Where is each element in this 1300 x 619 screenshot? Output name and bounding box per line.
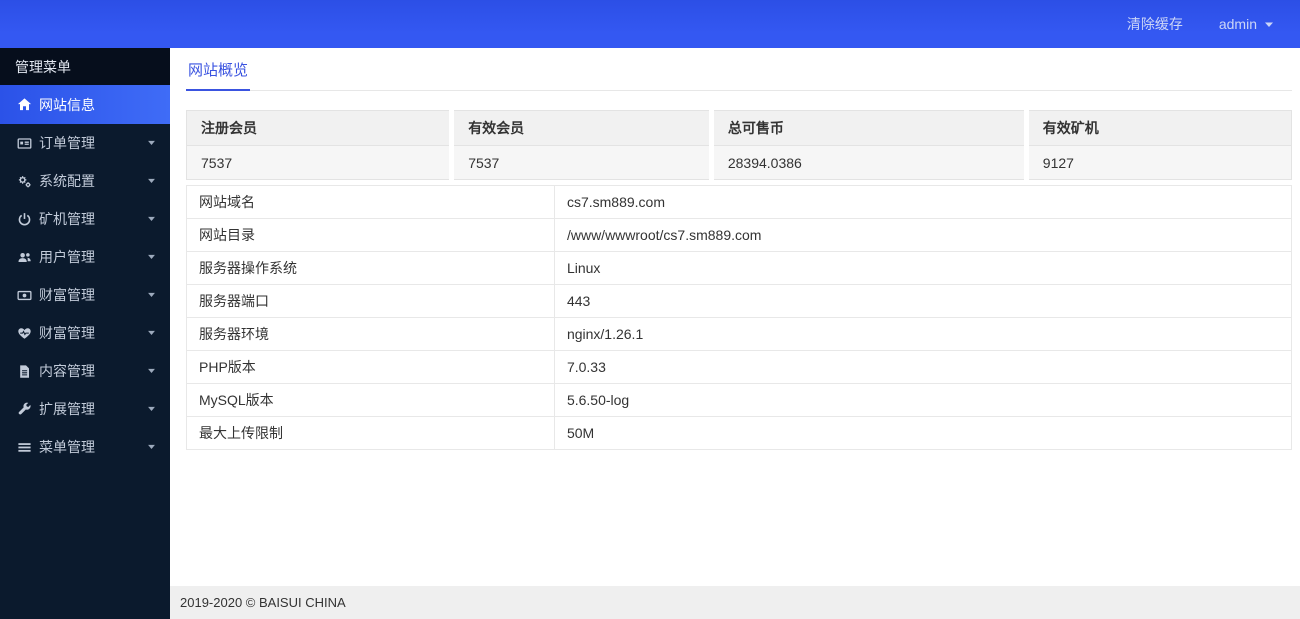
chevron-down-icon: [147, 216, 156, 222]
stat-value-cell: 9127: [1023, 145, 1293, 180]
home-icon: [16, 97, 32, 112]
sidebar-item-orders[interactable]: 订单管理: [0, 124, 170, 162]
chevron-down-icon: [147, 368, 156, 374]
order-card-icon: [16, 136, 32, 151]
app-root: 清除缓存 admin 管理菜单 网站信息 订单管理 系统配置 矿机管理 用户管理…: [0, 0, 1300, 619]
info-label-cell: MySQL版本: [186, 383, 555, 417]
stat-header-cell: 注册会员: [185, 110, 452, 146]
sidebar-item-wealth-mgmt[interactable]: 财富管理: [0, 276, 170, 314]
sidebar-item-label: 财富管理: [39, 325, 95, 341]
chevron-down-icon: [147, 140, 156, 146]
sidebar-item-label: 订单管理: [39, 135, 95, 151]
stats-table: 注册会员 有效会员 总可售币 有效矿机 7537 7537 28394.0386…: [185, 110, 1293, 180]
clear-cache-link[interactable]: 清除缓存: [1127, 14, 1183, 34]
sidebar-item-label: 矿机管理: [39, 211, 95, 227]
footer: 2019-2020 © BAISUI CHINA: [170, 586, 1300, 619]
sidebar-item-site-info[interactable]: 网站信息: [0, 85, 170, 124]
heart-icon: [16, 326, 32, 341]
sidebar-item-label: 网站信息: [39, 96, 95, 113]
info-label-cell: PHP版本: [186, 350, 555, 384]
info-label-cell: 服务器端口: [186, 284, 555, 318]
main-content: 网站概览 注册会员 有效会员 总可售币 有效矿机 7537 7537 28394…: [170, 48, 1300, 619]
chevron-down-icon: [147, 254, 156, 260]
info-label-cell: 网站目录: [186, 218, 555, 252]
sidebar-item-extension-mgmt[interactable]: 扩展管理: [0, 390, 170, 428]
sidebar-item-menu-mgmt[interactable]: 菜单管理: [0, 428, 170, 466]
sidebar-item-wealth-mgmt-2[interactable]: 财富管理: [0, 314, 170, 352]
stat-value-cell: 28394.0386: [708, 145, 1027, 180]
sidebar-item-user-mgmt[interactable]: 用户管理: [0, 238, 170, 276]
sidebar-item-miner-mgmt[interactable]: 矿机管理: [0, 200, 170, 238]
info-table: 网站域名 cs7.sm889.com 网站目录 /www/wwwroot/cs7…: [186, 185, 1293, 450]
table-row: MySQL版本 5.6.50-log: [186, 383, 1293, 417]
sidebar-item-label: 用户管理: [39, 249, 95, 265]
table-row: 最大上传限制 50M: [186, 416, 1293, 450]
sidebar: 管理菜单 网站信息 订单管理 系统配置 矿机管理 用户管理 财富管理 财富管理 …: [0, 48, 170, 619]
info-label-cell: 最大上传限制: [186, 416, 555, 450]
info-label-cell: 网站域名: [186, 185, 555, 219]
sidebar-item-content-mgmt[interactable]: 内容管理: [0, 352, 170, 390]
table-row: 网站目录 /www/wwwroot/cs7.sm889.com: [186, 218, 1293, 252]
stat-header-cell: 总可售币: [708, 110, 1027, 146]
table-row: PHP版本 7.0.33: [186, 350, 1293, 384]
table-row: 服务器操作系统 Linux: [186, 251, 1293, 285]
content-inner: 网站概览 注册会员 有效会员 总可售币 有效矿机 7537 7537 28394…: [170, 48, 1300, 450]
info-value-cell: Linux: [553, 251, 1293, 285]
info-value-cell: 7.0.33: [553, 350, 1293, 384]
info-value-cell: 50M: [553, 416, 1293, 450]
info-value-cell: 443: [553, 284, 1293, 318]
chevron-down-icon: [147, 330, 156, 336]
chevron-down-icon: [147, 178, 156, 184]
body-wrap: 管理菜单 网站信息 订单管理 系统配置 矿机管理 用户管理 财富管理 财富管理 …: [0, 48, 1300, 619]
tab-site-overview[interactable]: 网站概览: [186, 48, 251, 91]
table-row: 网站域名 cs7.sm889.com: [186, 185, 1293, 219]
copyright-text: 2019-2020 © BAISUI CHINA: [180, 595, 346, 610]
chevron-down-icon: [147, 406, 156, 412]
topbar: 清除缓存 admin: [0, 0, 1300, 48]
table-row: 服务器环境 nginx/1.26.1: [186, 317, 1293, 351]
power-icon: [16, 212, 32, 227]
stat-header-cell: 有效矿机: [1023, 110, 1293, 146]
sidebar-header: 管理菜单: [0, 48, 170, 85]
table-row: 服务器端口 443: [186, 284, 1293, 318]
sidebar-item-system-config[interactable]: 系统配置: [0, 162, 170, 200]
stat-header-cell: 有效会员: [449, 110, 712, 146]
users-icon: [16, 250, 32, 265]
info-value-cell: nginx/1.26.1: [553, 317, 1293, 351]
info-value-cell: 5.6.50-log: [553, 383, 1293, 417]
sidebar-item-label: 内容管理: [39, 363, 95, 379]
info-value-cell: cs7.sm889.com: [553, 185, 1293, 219]
stats-value-row: 7537 7537 28394.0386 9127: [185, 145, 1293, 180]
bars-icon: [16, 440, 32, 455]
tabbar: 网站概览: [186, 48, 1292, 91]
chevron-down-icon: [147, 444, 156, 450]
stat-value-cell: 7537: [449, 145, 712, 180]
stat-value-cell: 7537: [185, 145, 452, 180]
info-label-cell: 服务器环境: [186, 317, 555, 351]
sidebar-item-label: 系统配置: [39, 173, 95, 189]
sidebar-item-label: 扩展管理: [39, 401, 95, 417]
info-label-cell: 服务器操作系统: [186, 251, 555, 285]
money-icon: [16, 288, 32, 303]
wrench-icon: [16, 402, 32, 417]
stats-header-row: 注册会员 有效会员 总可售币 有效矿机: [185, 110, 1293, 146]
chevron-down-icon: [1264, 21, 1274, 28]
user-menu[interactable]: admin: [1219, 16, 1274, 32]
chevron-down-icon: [147, 292, 156, 298]
cogs-icon: [16, 174, 32, 189]
username-label: admin: [1218, 16, 1257, 32]
sidebar-item-label: 财富管理: [39, 287, 95, 303]
info-value-cell: /www/wwwroot/cs7.sm889.com: [553, 218, 1293, 252]
file-icon: [16, 364, 32, 379]
sidebar-item-label: 菜单管理: [39, 439, 95, 455]
